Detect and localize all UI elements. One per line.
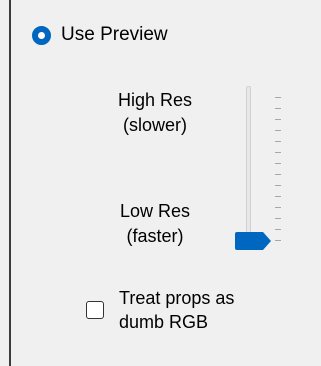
- slider-tick: [275, 130, 281, 131]
- slider-tick: [275, 174, 281, 175]
- low-res-label-line1: Low Res: [119, 201, 191, 221]
- slider-tick: [275, 163, 281, 164]
- slider-tick: [275, 240, 281, 241]
- dumb-rgb-checkbox[interactable]: [86, 301, 104, 319]
- dumb-rgb-checkbox-row[interactable]: Treat props as dumb RGB: [86, 286, 234, 334]
- slider-thumb-arrow-icon[interactable]: [233, 231, 273, 251]
- slider-tick: [275, 185, 281, 186]
- radio-dot: [38, 31, 45, 39]
- resolution-slider-track[interactable]: [246, 86, 251, 242]
- slider-tick: [275, 207, 281, 208]
- slider-tick: [275, 218, 281, 219]
- slider-tick: [275, 97, 281, 98]
- slider-tick: [275, 196, 281, 197]
- slider-tick: [275, 108, 281, 109]
- dumb-rgb-label: Treat props as dumb RGB: [119, 286, 234, 334]
- slider-tick: [275, 119, 281, 120]
- use-preview-radio[interactable]: Use Preview: [32, 22, 168, 48]
- low-res-label-line2: (faster): [126, 226, 184, 246]
- high-res-label-line1: High Res: [117, 90, 193, 110]
- radio-selected-icon[interactable]: [32, 25, 51, 45]
- dumb-rgb-label-line2: dumb RGB: [119, 312, 209, 332]
- slider-tick: [275, 141, 281, 142]
- slider-tick: [275, 229, 281, 230]
- slider-tick: [275, 152, 281, 153]
- dumb-rgb-label-line1: Treat props as: [119, 288, 235, 308]
- use-preview-label: Use Preview: [61, 24, 168, 45]
- high-res-label: High Res (slower): [80, 88, 230, 138]
- preview-settings-panel: Use Preview High Res (slower) Low Res (f…: [0, 0, 321, 366]
- high-res-label-line2: (slower): [122, 115, 187, 135]
- panel-left-border: [9, 0, 11, 366]
- low-res-label: Low Res (faster): [80, 199, 230, 249]
